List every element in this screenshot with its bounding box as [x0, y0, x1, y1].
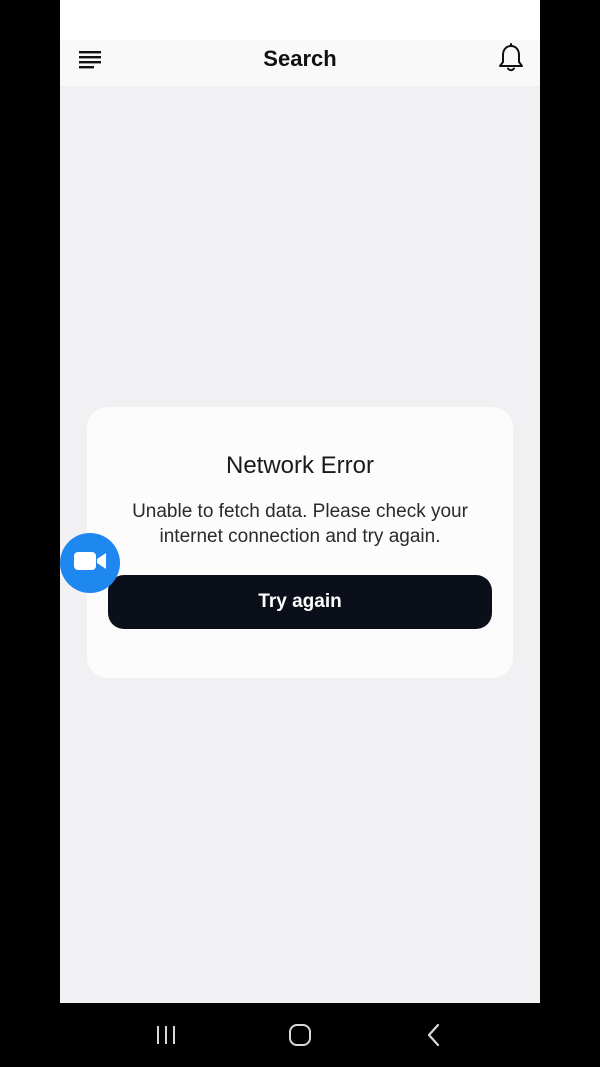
error-message: Unable to fetch data. Please check your … — [132, 501, 468, 547]
bell-icon[interactable] — [496, 42, 526, 74]
home-icon[interactable] — [280, 1017, 320, 1053]
system-navigation-bar — [0, 1003, 600, 1067]
status-bar — [60, 0, 540, 40]
error-title: Network Error — [225, 452, 375, 479]
app-screen: Search Network Error Unable to fetch dat… — [60, 0, 540, 1003]
try-again-button[interactable]: Try again — [108, 575, 492, 629]
recent-apps-icon[interactable] — [146, 1017, 186, 1053]
menu-icon[interactable] — [76, 46, 104, 74]
error-dialog: Network Error Unable to fetch data. Plea… — [87, 407, 513, 678]
video-camera-icon — [73, 549, 107, 578]
app-header: Search — [60, 40, 540, 86]
page-title: Search — [263, 46, 337, 71]
video-call-button[interactable] — [60, 533, 120, 593]
back-icon[interactable] — [414, 1017, 454, 1053]
